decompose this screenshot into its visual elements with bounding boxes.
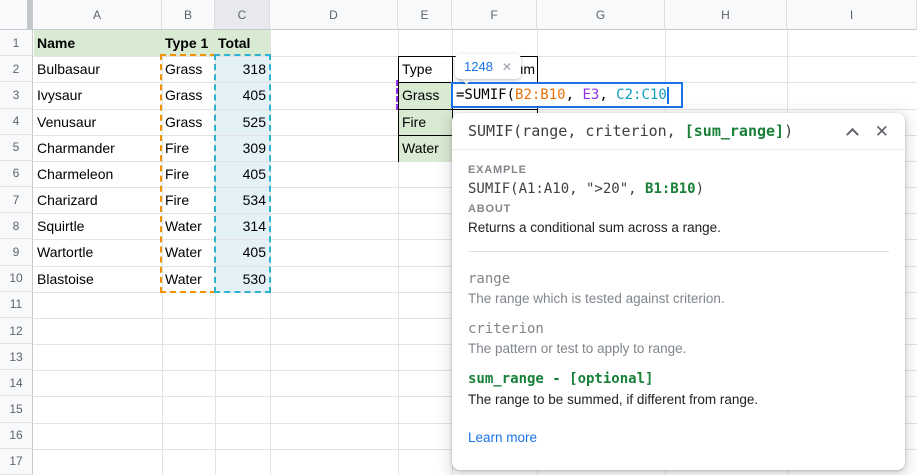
cell-B2[interactable]: Grass <box>165 56 213 82</box>
cell-C3[interactable]: 405 <box>215 82 266 108</box>
param-range: range <box>468 271 889 287</box>
cell-B10[interactable]: Water <box>165 266 213 292</box>
row-header-17[interactable]: 17 <box>0 449 33 475</box>
row-header-3[interactable]: 3 <box>0 82 33 108</box>
row-header-14[interactable]: 14 <box>0 370 33 396</box>
formula-range2: C2:C10 <box>616 87 667 103</box>
row-header-9[interactable]: 9 <box>0 239 33 265</box>
column-header-I[interactable]: I <box>787 0 917 30</box>
corner-handle <box>27 0 32 29</box>
formula-result-preview: 1248 ✕ <box>455 54 521 79</box>
cell-B4[interactable]: Grass <box>165 109 213 135</box>
column-header-D[interactable]: D <box>270 0 398 30</box>
cell-A4[interactable]: Venusaur <box>37 109 160 135</box>
help-header: SUMIF(range, criterion, [sum_range]) ✕ <box>452 113 905 150</box>
cell-E3[interactable]: Grass <box>399 83 453 110</box>
cell-B9[interactable]: Water <box>165 239 213 265</box>
about-label: ABOUT <box>468 203 889 215</box>
column-header-H[interactable]: H <box>665 0 787 30</box>
cell-A9[interactable]: Wartortle <box>37 239 160 265</box>
column-header-F[interactable]: F <box>452 0 537 30</box>
preview-close-icon[interactable]: ✕ <box>502 60 512 74</box>
cell-B5[interactable]: Fire <box>165 135 213 161</box>
row-header-15[interactable]: 15 <box>0 396 33 422</box>
row-header-11[interactable]: 11 <box>0 292 33 318</box>
cell-B3[interactable]: Grass <box>165 82 213 108</box>
formula-range1: B2:B10 <box>515 87 566 103</box>
cell-C6[interactable]: 405 <box>215 161 266 187</box>
cell-E2[interactable]: Type <box>399 57 453 83</box>
learn-more-link[interactable]: Learn more <box>468 430 537 445</box>
row-header-10[interactable]: 10 <box>0 266 33 292</box>
row-header-1[interactable]: 1 <box>0 30 33 56</box>
column-header-A[interactable]: A <box>33 0 162 30</box>
gridline-v <box>270 30 271 475</box>
cell-C8[interactable]: 314 <box>215 213 266 239</box>
cell-C5[interactable]: 309 <box>215 135 266 161</box>
cell-A8[interactable]: Squirtle <box>37 213 160 239</box>
row-header-7[interactable]: 7 <box>0 187 33 213</box>
cell-C2[interactable]: 318 <box>215 56 266 82</box>
cell-C1[interactable]: Total <box>215 30 270 56</box>
param-criterion-desc: The pattern or test to apply to range. <box>468 340 889 358</box>
cell-A2[interactable]: Bulbasaur <box>37 56 160 82</box>
select-all-corner[interactable] <box>0 0 33 30</box>
cell-A7[interactable]: Charizard <box>37 187 160 213</box>
cell-E5[interactable]: Water <box>399 136 453 162</box>
collapse-chevron-icon[interactable] <box>846 127 859 140</box>
cell-B6[interactable]: Fire <box>165 161 213 187</box>
function-help-popup: SUMIF(range, criterion, [sum_range]) ✕ E… <box>452 113 905 470</box>
cell-A1[interactable]: Name <box>34 30 162 56</box>
row-header-16[interactable]: 16 <box>0 423 33 449</box>
preview-value: 1248 <box>464 59 493 74</box>
column-header-E[interactable]: E <box>398 0 452 30</box>
cell-A10[interactable]: Blastoise <box>37 266 160 292</box>
row-header-6[interactable]: 6 <box>0 161 33 187</box>
column-header-B[interactable]: B <box>162 0 215 30</box>
row-header-8[interactable]: 8 <box>0 213 33 239</box>
param-criterion: criterion <box>468 321 889 337</box>
row-header-12[interactable]: 12 <box>0 318 33 344</box>
spreadsheet-app: ABCDEFGHI1234567891011121314151617NameTy… <box>0 0 917 475</box>
formula-criterion: E3 <box>582 87 599 103</box>
function-signature: SUMIF(range, criterion, [sum_range]) <box>468 122 848 140</box>
text-cursor <box>667 87 669 104</box>
formula-editor[interactable]: =SUMIF(B2:B10, E3, C2:C10 <box>451 82 683 108</box>
cell-C4[interactable]: 525 <box>215 109 266 135</box>
help-close-icon[interactable]: ✕ <box>875 123 889 140</box>
row-header-13[interactable]: 13 <box>0 344 33 370</box>
cell-B1[interactable]: Type 1 <box>162 30 215 56</box>
formula-sep2: , <box>599 87 616 103</box>
param-range-desc: The range which is tested against criter… <box>468 290 889 308</box>
formula-sep1: , <box>566 87 583 103</box>
cell-A3[interactable]: Ivysaur <box>37 82 160 108</box>
row-header-2[interactable]: 2 <box>0 56 33 82</box>
row-header-4[interactable]: 4 <box>0 109 33 135</box>
help-body: EXAMPLE SUMIF(A1:A10, ">20", B1:B10) ABO… <box>452 150 905 447</box>
cell-A6[interactable]: Charmeleon <box>37 161 160 187</box>
column-header-C[interactable]: C <box>215 0 270 30</box>
example-label: EXAMPLE <box>468 164 889 176</box>
row-header-5[interactable]: 5 <box>0 135 33 161</box>
cell-A5[interactable]: Charmander <box>37 135 160 161</box>
cell-C7[interactable]: 534 <box>215 187 266 213</box>
divider <box>468 251 889 252</box>
about-text: Returns a conditional sum across a range… <box>468 220 889 235</box>
param-sum-range-desc: The range to be summed, if different fro… <box>468 391 889 409</box>
gridline-v <box>162 30 163 475</box>
param-sum-range: sum_range - [optional] <box>468 371 889 387</box>
cell-B7[interactable]: Fire <box>165 187 213 213</box>
cell-C10[interactable]: 530 <box>215 266 266 292</box>
example-code: SUMIF(A1:A10, ">20", B1:B10) <box>468 181 889 197</box>
cell-B8[interactable]: Water <box>165 213 213 239</box>
cell-E4[interactable]: Fire <box>399 110 453 136</box>
column-header-G[interactable]: G <box>537 0 665 30</box>
formula-prefix: =SUMIF( <box>456 87 515 103</box>
cell-C9[interactable]: 405 <box>215 239 266 265</box>
